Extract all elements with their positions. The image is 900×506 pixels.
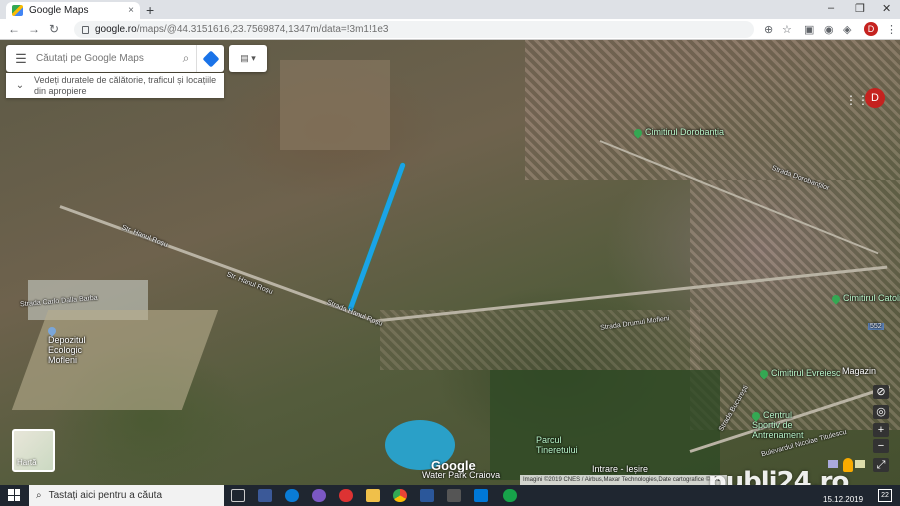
extension-icon[interactable]: ▣ <box>804 23 814 36</box>
urban-area-north <box>525 40 900 180</box>
word-icon[interactable] <box>420 489 434 502</box>
tab-title: Google Maps <box>29 5 89 16</box>
google-maps-favicon-icon <box>12 5 23 16</box>
app-icon-grey[interactable] <box>447 489 461 502</box>
profile-avatar[interactable]: D <box>864 22 878 36</box>
new-tab-button[interactable]: + <box>146 2 154 18</box>
search-hint-panel[interactable]: ⌄ Vedeți duratele de călătorie, traficul… <box>6 73 224 98</box>
satellite-map[interactable]: Cimitirul Dorobanția Strada Dorobanților… <box>0 40 900 485</box>
app-icon-purple[interactable] <box>312 489 326 502</box>
poi-depozitul-ecologic[interactable]: Depozitul Ecologic Mofleni <box>46 324 96 365</box>
maps-search-box: ☰ ⌕ <box>6 45 224 72</box>
field-plot <box>280 60 390 150</box>
poi-cimitirul-dorobantia[interactable]: Cimitirul Dorobanția <box>632 126 724 139</box>
close-window-button[interactable]: ✕ <box>882 2 891 15</box>
poi-magazin[interactable]: Magazin <box>842 366 876 376</box>
taskbar-date[interactable]: 15.12.2019 <box>823 495 863 504</box>
url-host: google.ro <box>95 24 137 35</box>
chevron-down-icon[interactable]: ⌄ <box>6 80 34 91</box>
drawn-route-line <box>347 162 406 312</box>
location-icon[interactable]: ⊕ <box>764 23 773 36</box>
extension-2-icon[interactable]: ◉ <box>824 23 834 36</box>
landfill-area <box>11 310 219 410</box>
forward-icon[interactable]: → <box>28 22 40 36</box>
extension-3-icon[interactable]: ◈ <box>843 23 851 36</box>
taskbar-search-box[interactable]: ⌕ Tastați aici pentru a căuta <box>29 485 224 506</box>
layers-button[interactable]: ▤ ▾ <box>229 45 267 72</box>
taskbar-search-icon: ⌕ <box>36 490 42 501</box>
google-logo: Google <box>431 458 476 473</box>
back-icon[interactable]: ← <box>8 22 20 36</box>
menu-dots-icon[interactable]: ⋮ <box>886 23 897 36</box>
taskbar-search-placeholder: Tastați aici pentru a căuta <box>48 490 163 501</box>
store-icon[interactable] <box>474 489 488 502</box>
search-icon[interactable]: ⌕ <box>176 51 196 66</box>
zoom-in-button[interactable]: + <box>873 423 889 437</box>
zoom-out-button[interactable]: − <box>873 439 889 453</box>
windows-start-icon[interactable] <box>8 489 20 501</box>
tab-close-icon[interactable]: × <box>128 5 134 16</box>
directions-button[interactable] <box>196 45 224 72</box>
directions-icon <box>202 50 219 67</box>
notifications-icon[interactable]: 22 <box>878 489 892 502</box>
maximize-button[interactable]: ❐ <box>855 2 865 15</box>
app-icon-green[interactable] <box>503 489 517 502</box>
map-type-label: Hartă <box>17 458 37 467</box>
search-hint-text: Vedeți duratele de călătorie, traficul ș… <box>34 74 217 96</box>
account-avatar[interactable]: D <box>865 88 885 108</box>
lock-icon <box>82 25 89 34</box>
file-explorer-icon[interactable] <box>366 489 380 502</box>
my-location-icon[interactable]: ◎ <box>873 405 889 419</box>
expand-icon[interactable]: ⤢ <box>873 458 889 472</box>
poi-intrare-iesire[interactable]: Intrare - Ieșire <box>592 464 648 474</box>
search-input[interactable] <box>36 53 176 64</box>
minimize-button[interactable]: – <box>828 2 834 14</box>
chrome-icon[interactable] <box>393 489 407 502</box>
facebook-icon[interactable] <box>258 489 272 502</box>
poi-centrul-sportiv[interactable]: Centrul Sportiv de Antrenament <box>750 409 822 440</box>
app-icon-red[interactable] <box>339 489 353 502</box>
poi-cimitirul-catolic[interactable]: Cimitirul Catolic <box>830 292 900 305</box>
url-path: /maps/@44.3151616,23.7569874,1347m/data=… <box>136 24 389 35</box>
imagery-thumb-2[interactable] <box>855 460 865 468</box>
poi-cimitirul-evreiesc[interactable]: Cimitirul Evreiesc <box>758 367 841 380</box>
task-view-icon[interactable] <box>231 489 245 502</box>
bookmark-star-icon[interactable]: ☆ <box>782 23 792 36</box>
address-bar[interactable]: google.ro/maps/@44.3151616,23.7569874,13… <box>74 21 754 38</box>
reload-icon[interactable]: ↻ <box>49 22 59 36</box>
menu-hamburger-icon[interactable]: ☰ <box>6 51 36 67</box>
map-attribution: Imagini ©2019 CNES / Airbus,Maxar Techno… <box>520 475 727 485</box>
windows-taskbar: ⌕ Tastați aici pentru a căuta 15.12.2019… <box>0 485 900 506</box>
compass-icon[interactable]: ⊘ <box>873 385 889 399</box>
map-type-toggle[interactable]: Hartă <box>12 429 55 472</box>
road-shield: 552 <box>868 323 884 330</box>
poi-parcul-tineretului[interactable]: Parcul Tineretului <box>536 435 586 455</box>
edge-icon[interactable] <box>285 489 299 502</box>
browser-tab[interactable]: Google Maps × <box>6 2 140 19</box>
label-str-hanul-rosu-1: Str. Hanul Roșu <box>120 224 169 249</box>
browser-titlebar: Google Maps × + – ❐ ✕ <box>0 0 900 19</box>
browser-toolbar: ← → ↻ google.ro/maps/@44.3151616,23.7569… <box>0 19 900 40</box>
